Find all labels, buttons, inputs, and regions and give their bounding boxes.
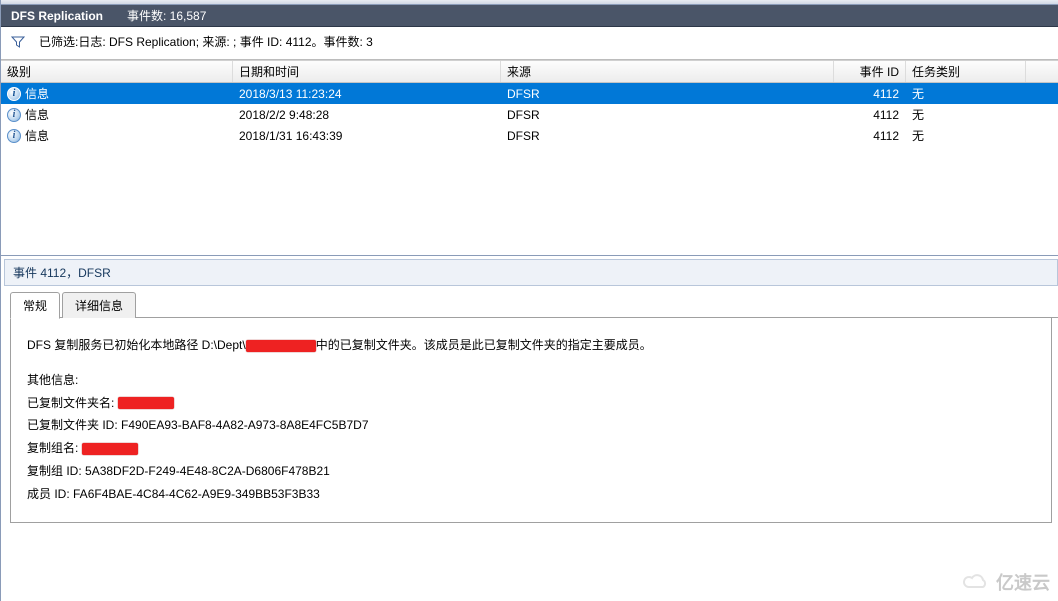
log-title: DFS Replication [11,9,103,23]
detail-line1-prefix: DFS 复制服务已初始化本地路径 D:\Dept\ [27,338,246,352]
col-header-source[interactable]: 来源 [501,61,834,82]
filter-icon [11,35,25,49]
row-source: DFSR [501,83,834,104]
row-level: 信息 [25,85,49,102]
event-count: 事件数: 16,587 [127,7,206,24]
detail-line1-suffix: 中的已复制文件夹。该成员是此已复制文件夹的指定主要成员。 [316,338,652,352]
info-icon: i [7,129,21,143]
row-category: 无 [906,125,1026,146]
row-source: DFSR [501,104,834,125]
info-icon: i [7,108,21,122]
row-datetime: 2018/1/31 16:43:39 [233,125,501,146]
col-header-category[interactable]: 任务类别 [906,61,1026,82]
detail-title: 事件 4112，DFSR [4,259,1058,286]
folder-id-label: 已复制文件夹 ID: [27,418,121,432]
member-id-value: FA6F4BAE-4C84-4C62-A9E9-349BB53F3B33 [73,487,320,501]
event-detail-pane: 事件 4112，DFSR 常规 详细信息 DFS 复制服务已初始化本地路径 D:… [1,256,1058,523]
redacted-group-name [82,443,138,455]
col-header-event-id[interactable]: 事件 ID [834,61,906,82]
folder-name-label: 已复制文件夹名: [27,396,118,410]
row-datetime: 2018/2/2 9:48:28 [233,104,501,125]
log-title-bar: DFS Replication 事件数: 16,587 [1,5,1058,27]
event-row[interactable]: i 信息 2018/1/31 16:43:39DFSR4112无 [1,125,1058,146]
redacted-path [246,340,316,352]
row-source: DFSR [501,125,834,146]
row-category: 无 [906,83,1026,104]
row-datetime: 2018/3/13 11:23:24 [233,83,501,104]
row-category: 无 [906,104,1026,125]
col-header-level[interactable]: 级别 [1,61,233,82]
col-header-datetime[interactable]: 日期和时间 [233,61,501,82]
filter-text: 已筛选:日志: DFS Replication; 来源: ; 事件 ID: 41… [39,33,373,50]
event-row[interactable]: i 信息 2018/3/13 11:23:24DFSR4112无 [1,83,1058,104]
redacted-folder-name [118,397,174,409]
tab-general[interactable]: 常规 [10,292,60,319]
row-event-id: 4112 [834,104,906,125]
detail-body: DFS 复制服务已初始化本地路径 D:\Dept\ 中的已复制文件夹。该成员是此已… [10,318,1052,523]
other-info-label: 其他信息: [27,369,1035,392]
member-id-label: 成员 ID: [27,487,73,501]
event-list-header[interactable]: 级别 日期和时间 来源 事件 ID 任务类别 [1,61,1058,83]
event-row[interactable]: i 信息 2018/2/2 9:48:28DFSR4112无 [1,104,1058,125]
filter-bar: 已筛选:日志: DFS Replication; 来源: ; 事件 ID: 41… [1,27,1058,61]
folder-id-value: F490EA93-BAF8-4A82-A973-8A8E4FC5B7D7 [121,418,368,432]
row-level: 信息 [25,127,49,144]
row-event-id: 4112 [834,125,906,146]
group-id-value: 5A38DF2D-F249-4E48-8C2A-D6806F478B21 [85,464,330,478]
event-list[interactable]: i 信息 2018/3/13 11:23:24DFSR4112无 i 信息 2018/2/… [1,83,1058,146]
info-icon: i [7,87,21,101]
row-event-id: 4112 [834,83,906,104]
tab-details[interactable]: 详细信息 [62,292,136,318]
group-name-label: 复制组名: [27,441,82,455]
group-id-label: 复制组 ID: [27,464,85,478]
row-level: 信息 [25,106,49,123]
